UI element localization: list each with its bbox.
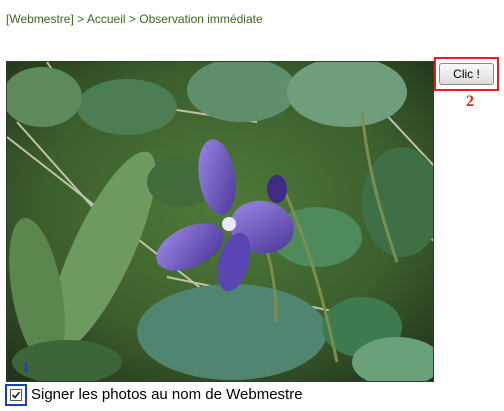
marker-2: 2: [466, 93, 474, 110]
breadcrumb: [Webmestre] > Accueil > Observation immé…: [6, 12, 263, 26]
breadcrumb-item-observation[interactable]: Observation immédiate: [139, 12, 262, 26]
breadcrumb-item-accueil[interactable]: Accueil: [87, 12, 126, 26]
checkmark-icon: [11, 391, 21, 399]
breadcrumb-item-webmestre[interactable]: [Webmestre]: [6, 12, 74, 26]
clic-button[interactable]: Clic !: [439, 63, 494, 85]
checkbox-highlight-frame: [5, 384, 27, 406]
breadcrumb-separator: >: [77, 12, 85, 26]
button-highlight-frame: Clic !: [434, 57, 499, 91]
sign-photos-label[interactable]: Signer les photos au nom de Webmestre: [31, 386, 303, 403]
marker-1: 1: [22, 360, 30, 376]
observation-photo: [6, 61, 434, 382]
sign-photos-checkbox[interactable]: [10, 389, 22, 401]
breadcrumb-separator: >: [128, 12, 136, 26]
